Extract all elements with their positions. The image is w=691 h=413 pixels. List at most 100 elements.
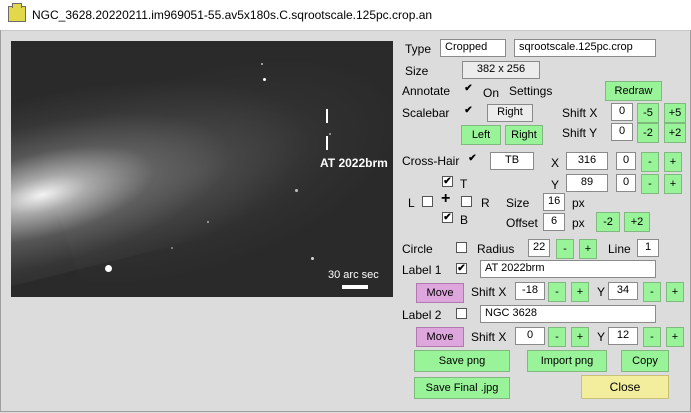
label2-y-label: Y: [597, 330, 606, 344]
crosshair-b-checkbox[interactable]: ✔: [442, 212, 453, 223]
label1-y-field[interactable]: 34: [608, 282, 638, 300]
star: [105, 265, 112, 272]
crosshair-y-label: Y: [551, 178, 560, 192]
label1-y-minus-button[interactable]: -: [643, 282, 661, 302]
scalebar-shifty-plus2-button[interactable]: +2: [664, 123, 686, 143]
circle-checkbox[interactable]: [456, 242, 467, 253]
crosshair-y-field[interactable]: 89: [566, 174, 608, 192]
star: [329, 133, 331, 135]
label2-y-plus-button[interactable]: +: [666, 327, 684, 347]
annotate-checkbox[interactable]: ✔: [463, 84, 474, 95]
crosshair-offset-minus2-button[interactable]: -2: [596, 212, 620, 232]
scalebar-line: [342, 285, 368, 289]
radius-field[interactable]: 22: [528, 239, 550, 257]
size-label: Size: [405, 64, 429, 78]
crosshair-y-plus-button[interactable]: +: [664, 174, 682, 194]
crosshair-r-label: R: [481, 196, 490, 210]
star: [295, 189, 298, 192]
size-value: 382 x 256: [462, 61, 540, 79]
label1-text-field[interactable]: AT 2022brm: [480, 260, 656, 278]
type-field[interactable]: Cropped: [440, 39, 506, 57]
scalebar-position: Right: [487, 104, 533, 122]
radius-label: Radius: [477, 242, 515, 256]
crosshair-x-offset-field[interactable]: 0: [616, 152, 636, 170]
crosshair-x-plus-button[interactable]: +: [664, 152, 682, 172]
radius-plus-button[interactable]: +: [579, 239, 597, 259]
crosshair-x-minus-button[interactable]: -: [641, 152, 659, 172]
crosshair-x-field[interactable]: 316: [566, 152, 608, 170]
label1-shiftx-label: Shift X: [471, 285, 507, 299]
label1-shiftx-plus-button[interactable]: +: [571, 282, 589, 302]
star: [311, 257, 314, 260]
star: [207, 221, 209, 223]
save-png-button[interactable]: Save png: [414, 350, 510, 372]
redraw-button[interactable]: Redraw: [605, 81, 662, 101]
scalebar-shiftx-minus5-button[interactable]: -5: [637, 103, 659, 123]
crosshair-b-label: B: [460, 213, 469, 227]
annotate-label: Annotate: [402, 84, 451, 98]
label1-move-button[interactable]: Move: [416, 283, 464, 303]
scalebar-shifty-field[interactable]: 0: [611, 123, 633, 141]
crosshair-offset-plus2-button[interactable]: +2: [624, 212, 650, 232]
star: [263, 78, 266, 81]
label2-text-field[interactable]: NGC 3628: [480, 305, 656, 323]
scalebar-shifty-minus2-button[interactable]: -2: [637, 123, 659, 143]
scalebar-shiftx-plus5-button[interactable]: +5: [664, 103, 686, 123]
label2-y-field[interactable]: 12: [608, 327, 638, 345]
crosshair-l-checkbox[interactable]: [422, 196, 433, 207]
label1-shiftx-field[interactable]: -18: [515, 282, 545, 300]
crosshair-t-label: T: [460, 177, 468, 191]
scalebar-section-label: Scalebar: [402, 106, 450, 120]
crosshair-y-minus-button[interactable]: -: [641, 174, 659, 194]
crosshair-r-checkbox[interactable]: [461, 196, 472, 207]
settings-label: Settings: [509, 84, 553, 98]
crosshair-mode-field[interactable]: TB: [490, 152, 534, 170]
label2-label: Label 2: [402, 308, 442, 322]
type-label: Type: [405, 42, 432, 56]
star: [261, 63, 263, 65]
scalebar-label: 30 arc sec: [328, 269, 379, 281]
crosshair-t-checkbox[interactable]: ✔: [442, 176, 453, 187]
close-button[interactable]: Close: [581, 375, 669, 399]
save-final-jpg-button[interactable]: Save Final .jpg: [414, 377, 510, 399]
annotate-on-label: On: [483, 86, 500, 100]
crosshair-x-label: X: [551, 156, 560, 170]
crosshair-checkbox[interactable]: ✔: [467, 154, 478, 165]
scalebar-left-button[interactable]: Left: [461, 125, 501, 145]
crosshair-size-field[interactable]: 16: [543, 193, 565, 211]
crosshair-y-offset-field[interactable]: 0: [616, 174, 636, 192]
scalebar-checkbox[interactable]: ✔: [463, 106, 474, 117]
label1-checkbox[interactable]: ✔: [456, 263, 467, 274]
label2-move-button[interactable]: Move: [416, 327, 464, 347]
label1-shiftx-minus-button[interactable]: -: [548, 282, 566, 302]
import-png-button[interactable]: Import png: [527, 350, 607, 372]
label2-shiftx-minus-button[interactable]: -: [548, 327, 566, 347]
label2-shiftx-label: Shift X: [471, 330, 507, 344]
crosshair-size-label: Size: [506, 196, 530, 210]
line-label: Line: [608, 242, 631, 256]
type-suffix-field[interactable]: sqrootscale.125pc.crop: [514, 39, 656, 57]
radius-minus-button[interactable]: -: [556, 239, 574, 259]
scalebar-shiftx-label: Shift X: [562, 106, 598, 120]
folder-icon: [8, 3, 26, 22]
copy-button[interactable]: Copy: [621, 350, 669, 372]
crosshair-offset-field[interactable]: 6: [543, 213, 565, 231]
scalebar-right-button[interactable]: Right: [505, 125, 543, 145]
label1-label: Label 1: [402, 263, 442, 277]
target-label: AT 2022brm: [320, 156, 388, 170]
crosshair-offset-unit: px: [572, 216, 585, 230]
scalebar-shiftx-field[interactable]: 0: [611, 103, 633, 121]
crosshair-top-tick: [326, 109, 328, 123]
scalebar-shifty-label: Shift Y: [562, 126, 598, 140]
label2-shiftx-plus-button[interactable]: +: [571, 327, 589, 347]
crosshair-offset-label: Offset: [506, 216, 538, 230]
label2-checkbox[interactable]: [456, 308, 467, 319]
label2-shiftx-field[interactable]: 0: [515, 327, 545, 345]
label1-y-plus-button[interactable]: +: [666, 282, 684, 302]
label2-y-minus-button[interactable]: -: [643, 327, 661, 347]
line-width-field[interactable]: 1: [637, 239, 659, 257]
window-title: NGC_3628.20220211.im969051-55.av5x180s.C…: [32, 8, 433, 22]
crosshair-label: Cross-Hair: [402, 154, 460, 168]
crosshair-size-unit: px: [572, 196, 585, 210]
image-canvas[interactable]: AT 2022brm 30 arc sec: [11, 41, 393, 297]
